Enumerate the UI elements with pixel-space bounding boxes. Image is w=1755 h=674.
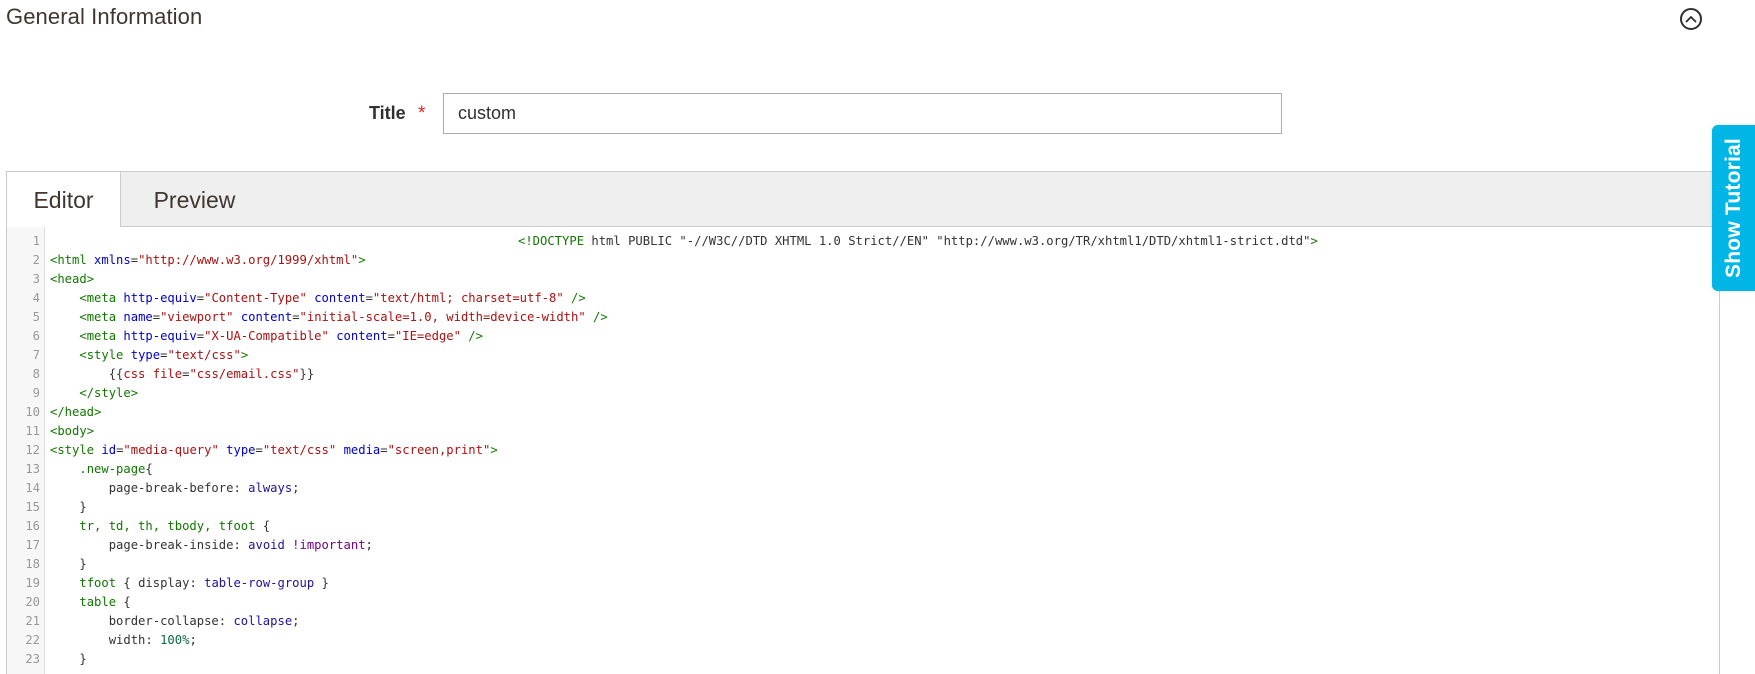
- line-number: 5: [32, 310, 40, 324]
- template-editor-panel: Editor Preview 1 <!DOCTYPE html PUBLIC "-…: [6, 171, 1720, 674]
- tab-preview[interactable]: Preview: [122, 172, 267, 228]
- line-number: 15: [25, 500, 40, 514]
- line-number: 21: [25, 614, 40, 628]
- code-line: 19 tfoot { display: table-row-group }: [7, 574, 1719, 593]
- title-label: Title: [369, 103, 406, 123]
- line-number: 18: [25, 557, 40, 571]
- code-text: <meta name="viewport" content="initial-s…: [79, 310, 608, 324]
- code-line: 1 <!DOCTYPE html PUBLIC "-//W3C//DTD XHTM…: [7, 232, 1719, 251]
- code-text: <head>: [50, 272, 95, 286]
- code-text: tr, td, th, tbody, tfoot {: [79, 519, 271, 533]
- code-text: </style>: [79, 386, 139, 400]
- code-line: 21 border-collapse: collapse;: [7, 612, 1719, 631]
- code-text: .new-page{: [79, 462, 153, 476]
- code-line: 13 .new-page{: [7, 460, 1719, 479]
- code-text: border-collapse: collapse;: [108, 614, 300, 628]
- code-line: 6 <meta http-equiv="X-UA-Compatible" con…: [7, 327, 1719, 346]
- code-line: 8 {{css file="css/email.css"}}: [7, 365, 1719, 384]
- code-line: 7 <style type="text/css">: [7, 346, 1719, 365]
- code-text: <meta http-equiv="Content-Type" content=…: [79, 291, 586, 305]
- code-line: 12 <style id="media-query" type="text/css…: [7, 441, 1719, 460]
- line-number: 13: [25, 462, 40, 476]
- line-number: 10: [25, 405, 40, 419]
- code-line: 11 <body>: [7, 422, 1719, 441]
- line-number: 16: [25, 519, 40, 533]
- code-editor[interactable]: 1 <!DOCTYPE html PUBLIC "-//W3C//DTD XHTM…: [7, 227, 1719, 674]
- code-text: table {: [79, 595, 131, 609]
- code-line: 2 <html xmlns="http://www.w3.org/1999/xht…: [7, 251, 1719, 270]
- show-tutorial-button[interactable]: Show Tutorial: [1712, 125, 1755, 291]
- code-text: page-break-inside: avoid !important;: [108, 538, 373, 552]
- code-line: 10 </head>: [7, 403, 1719, 422]
- code-text: <body>: [50, 424, 95, 438]
- line-number: 6: [32, 329, 40, 343]
- line-number: 9: [32, 386, 40, 400]
- line-number: 17: [25, 538, 40, 552]
- chevron-up-icon: [1685, 16, 1697, 23]
- show-tutorial-label: Show Tutorial: [1721, 138, 1745, 278]
- code-line: 9 </style>: [7, 384, 1719, 403]
- line-number: 20: [25, 595, 40, 609]
- section-title: General Information: [6, 4, 203, 29]
- line-number: 4: [32, 291, 40, 305]
- code-line: 15 }: [7, 498, 1719, 517]
- code-line: 3 <head>: [7, 270, 1719, 289]
- line-number: 22: [25, 633, 40, 647]
- collapse-section-button[interactable]: [1680, 8, 1702, 30]
- title-input[interactable]: [443, 93, 1282, 134]
- code-text: page-break-before: always;: [108, 481, 300, 495]
- code-text: <!DOCTYPE html PUBLIC "-//W3C//DTD XHTML…: [518, 234, 1318, 248]
- code-text: width: 100%;: [108, 633, 197, 647]
- line-number: 2: [32, 253, 40, 267]
- code-line: 16 tr, td, th, tbody, tfoot {: [7, 517, 1719, 536]
- required-indicator: *: [418, 103, 426, 124]
- line-number: 19: [25, 576, 40, 590]
- line-number: 14: [25, 481, 40, 495]
- editor-tab-bar: Editor Preview: [7, 172, 1719, 228]
- code-text: tfoot { display: table-row-group }: [79, 576, 329, 590]
- code-line: 14 page-break-before: always;: [7, 479, 1719, 498]
- line-number: 8: [32, 367, 40, 381]
- code-line: 4 <meta http-equiv="Content-Type" conten…: [7, 289, 1719, 308]
- line-number: 23: [25, 652, 40, 666]
- code-line: 22 width: 100%;: [7, 631, 1719, 650]
- code-text: }: [50, 652, 87, 666]
- code-line: 18 }: [7, 555, 1719, 574]
- code-text: <style id="media-query" type="text/css" …: [50, 443, 498, 457]
- code-line: 17 page-break-inside: avoid !important;: [7, 536, 1719, 555]
- code-text: </head>: [50, 405, 102, 419]
- code-line: 23 }: [7, 650, 1719, 669]
- code-text: <style type="text/css">: [79, 348, 249, 362]
- code-line: 20 table {: [7, 593, 1719, 612]
- line-number: 11: [25, 424, 40, 438]
- tab-editor[interactable]: Editor: [7, 172, 121, 228]
- code-text: {{css file="css/email.css"}}: [50, 367, 315, 381]
- line-number: 3: [32, 272, 40, 286]
- code-text: <html xmlns="http://www.w3.org/1999/xhtm…: [50, 253, 366, 267]
- code-lines: 1 <!DOCTYPE html PUBLIC "-//W3C//DTD XHTM…: [7, 232, 1719, 669]
- code-text: <meta http-equiv="X-UA-Compatible" conte…: [79, 329, 483, 343]
- code-text: }: [50, 557, 87, 571]
- code-text: }: [50, 500, 87, 514]
- line-number: 7: [32, 348, 40, 362]
- line-number: 1: [32, 234, 40, 248]
- page: General Information Title * Editor Previ…: [0, 0, 1755, 674]
- line-number: 12: [25, 443, 40, 457]
- code-line: 5 <meta name="viewport" content="initial…: [7, 308, 1719, 327]
